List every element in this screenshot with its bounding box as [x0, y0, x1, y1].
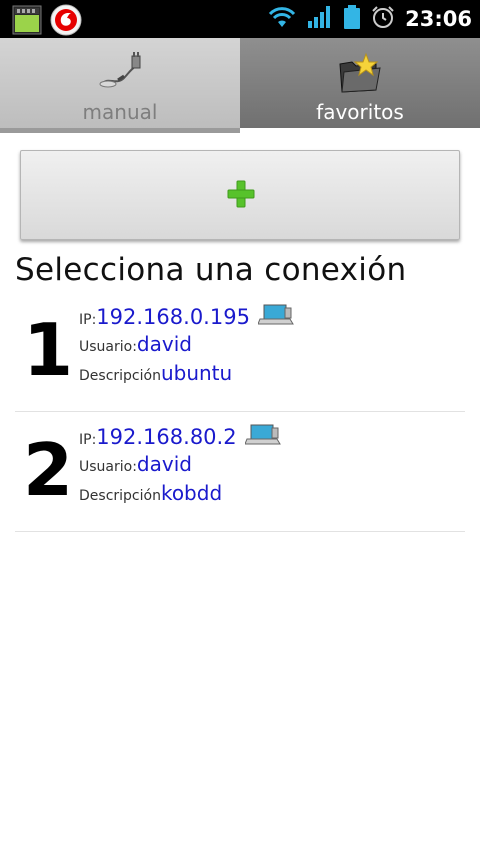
- user-value: david: [136, 452, 192, 476]
- description-value: ubuntu: [160, 361, 233, 385]
- user-label: Usuario:: [79, 339, 137, 355]
- ip-label: IP:: [79, 432, 97, 448]
- tab-manual-label: manual: [82, 100, 158, 124]
- user-row: Usuario: david: [79, 452, 192, 476]
- description-row: Descripción ubuntu: [79, 361, 232, 385]
- ip-row: IP: 192.168.0.195: [79, 302, 294, 329]
- add-connection-button[interactable]: [20, 150, 460, 240]
- ip-value: 192.168.0.195: [96, 305, 250, 329]
- connection-number: 1: [23, 308, 74, 392]
- clock-time: 23:06: [405, 7, 472, 31]
- ip-row: IP: 192.168.80.2: [79, 422, 281, 449]
- tab-bar: manual favoritos: [0, 38, 480, 133]
- ip-value: 192.168.80.2: [96, 425, 237, 449]
- tab-manual[interactable]: manual: [0, 38, 240, 133]
- connection-number: 2: [23, 428, 74, 512]
- status-bar: 23:06: [0, 0, 480, 38]
- user-label: Usuario:: [79, 459, 137, 475]
- ip-label: IP:: [79, 312, 97, 328]
- description-label: Descripción: [79, 368, 161, 384]
- tab-favoritos[interactable]: favoritos: [240, 38, 480, 133]
- battery-icon: [343, 4, 361, 34]
- sd-card-icon: [12, 5, 42, 39]
- signal-icon: [307, 5, 333, 33]
- cable-plug-icon: [96, 50, 144, 98]
- alarm-icon: [371, 5, 395, 33]
- connection-item-2[interactable]: 2 IP: 192.168.80.2 Usuario: david Descri…: [15, 412, 465, 532]
- user-value: david: [136, 332, 192, 356]
- plus-icon: [227, 180, 255, 208]
- section-title: Selecciona una conexión: [15, 252, 407, 288]
- computer-icon: [257, 304, 294, 330]
- description-label: Descripción: [79, 488, 161, 504]
- tab-favoritos-label: favoritos: [316, 100, 404, 124]
- description-value: kobdd: [160, 481, 223, 505]
- computer-icon: [243, 424, 281, 450]
- connection-item-1[interactable]: 1 IP: 192.168.0.195 Usuario: david Descr…: [15, 292, 465, 412]
- wifi-icon: [267, 5, 297, 33]
- favorite-folder-icon: [336, 50, 384, 98]
- user-row: Usuario: david: [79, 332, 192, 356]
- description-row: Descripción kobdd: [79, 481, 222, 505]
- vodafone-icon: [50, 4, 82, 40]
